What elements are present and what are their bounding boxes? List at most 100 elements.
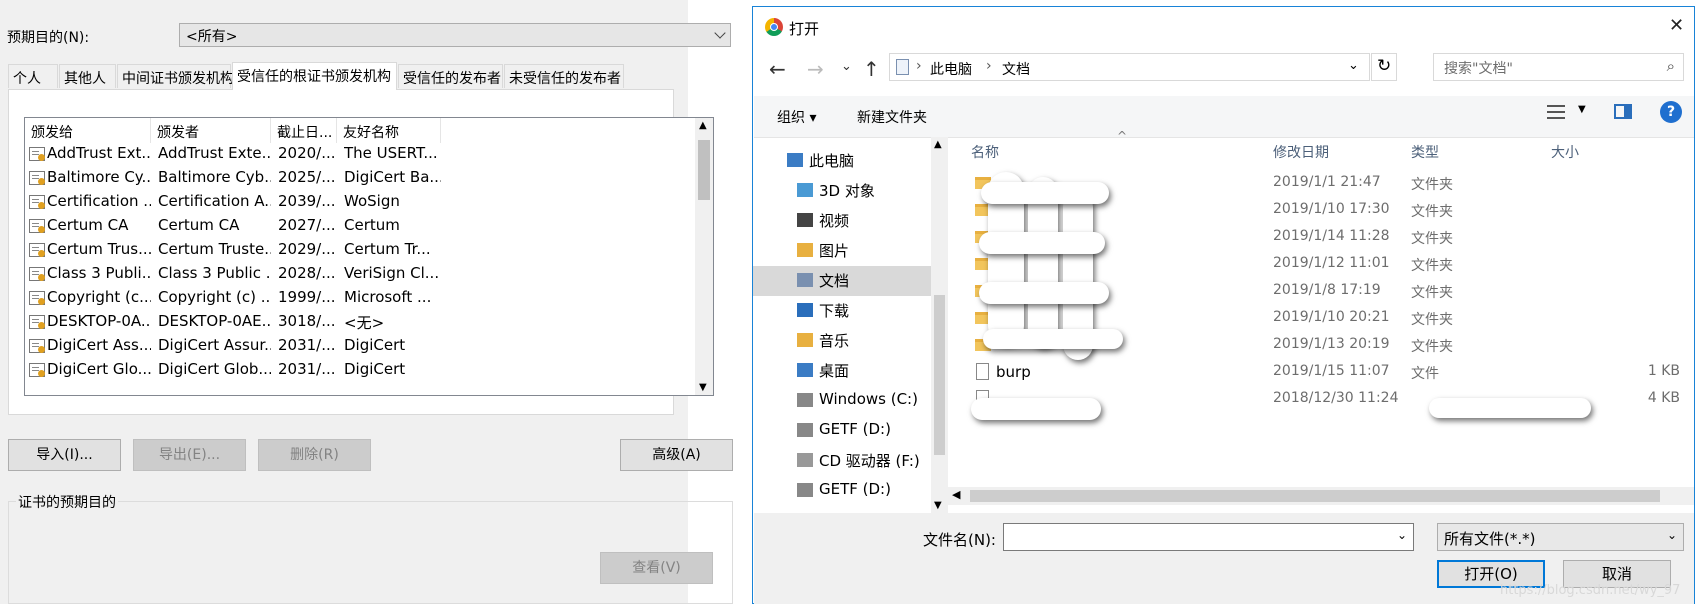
filename-input[interactable]: ⌄ — [1003, 523, 1414, 551]
nav-item[interactable]: 3D 对象 — [753, 176, 931, 206]
certificate-row[interactable]: Certum Trus... Certum Truste... 2029/... Ce… — [25, 239, 685, 263]
file-column-header-1[interactable]: 修改日期 — [1273, 137, 1329, 165]
purpose-select[interactable]: <所有> — [179, 23, 731, 47]
certificate-cell: Copyright (c) ... — [158, 288, 271, 306]
nav-item[interactable]: GETF (D:) — [753, 476, 931, 506]
tab-5[interactable]: 未受信任的发布者 — [504, 64, 624, 88]
scroll-thumb[interactable] — [698, 140, 710, 200]
tab-1[interactable]: 其他人 — [59, 64, 116, 88]
chevron-down-icon — [714, 27, 726, 39]
help-icon[interactable]: ? — [1660, 101, 1682, 123]
certificate-row[interactable]: AddTrust Ext... AddTrust Exte... 2020/... T… — [25, 143, 685, 167]
certificate-cell: Certum Truste... — [158, 240, 271, 258]
tab-0[interactable]: 个人 — [8, 64, 58, 88]
nav-item[interactable]: 文档 — [753, 266, 931, 296]
view-list-icon[interactable] — [1547, 105, 1565, 119]
up-arrow-icon[interactable]: ↑ — [863, 57, 880, 81]
file-row[interactable]: 2019/1/12 11:01 文件夹 — [948, 251, 1694, 278]
scroll-thumb[interactable] — [970, 490, 1660, 502]
nav-item[interactable]: 视频 — [753, 206, 931, 236]
organize-button[interactable]: 组织 ▾ — [777, 107, 816, 127]
certificate-cell: VeriSign Cl... — [344, 264, 440, 282]
redaction-scribble — [971, 398, 1101, 420]
nav-item[interactable]: 此电脑 — [753, 146, 931, 176]
tab-2[interactable]: 中间证书颁发机构 — [117, 64, 234, 88]
certificate-list[interactable]: 颁发给 颁发者 截止日... 友好名称 AddTrust Ext... AddTrust… — [24, 117, 714, 396]
nav-item[interactable]: 下载 — [753, 296, 931, 326]
search-icon: ⌕ — [1666, 57, 1675, 75]
navigation-scrollbar[interactable]: ▲ ▼ — [931, 137, 948, 513]
certificate-row[interactable]: DESKTOP-0A... DESKTOP-0AE... 3018/... <无> — [25, 311, 685, 335]
close-icon[interactable]: ✕ — [1669, 15, 1684, 36]
certificate-cell: DigiCert Assur... — [158, 336, 271, 354]
certificate-row[interactable]: Baltimore Cy... Baltimore Cyb... 2025/... D… — [25, 167, 685, 191]
scroll-left-icon[interactable]: ◀ — [952, 488, 960, 501]
file-row[interactable]: 2019/1/10 20:21 文件夹 — [948, 305, 1694, 332]
certificate-list-scrollbar[interactable]: ▲ ▼ — [695, 118, 713, 395]
certificate-cell: DESKTOP-0AE... — [158, 312, 271, 330]
file-column-header-0[interactable]: 名称 — [971, 137, 999, 165]
certificate-icon — [29, 219, 45, 233]
preview-pane-icon[interactable] — [1614, 104, 1632, 119]
import-button[interactable]: 导入(I)... — [8, 439, 121, 471]
certificate-row[interactable]: Copyright (c... Copyright (c) ... 1999/...… — [25, 287, 685, 311]
nav-item[interactable]: 音乐 — [753, 326, 931, 356]
tab-3[interactable]: 受信任的根证书颁发机构 — [232, 62, 397, 90]
file-row[interactable]: burp 2019/1/15 11:07 文件 1 KB — [948, 359, 1694, 386]
view-button[interactable]: 查看(V) — [600, 552, 713, 584]
address-bar[interactable]: › 此电脑 › 文档 ⌄ — [889, 53, 1370, 81]
filetype-select[interactable]: 所有文件(*.*) ⌄ — [1437, 523, 1684, 551]
certificate-cell: Certum Tr... — [344, 240, 431, 258]
view-dropdown-icon[interactable]: ▼ — [1578, 104, 1586, 115]
nav-item[interactable]: CD 驱动器 (F:) — [753, 446, 931, 476]
refresh-button[interactable]: ↻ — [1371, 53, 1397, 81]
new-folder-button[interactable]: 新建文件夹 — [857, 107, 927, 127]
scroll-down-icon[interactable]: ▼ — [934, 500, 942, 511]
scroll-up-icon[interactable]: ▲ — [699, 120, 707, 131]
document-icon — [797, 273, 813, 287]
certificate-row[interactable]: Class 3 Publi... Class 3 Public ... 2028/.… — [25, 263, 685, 287]
open-file-dialog: 打开 ✕ ← → ⌄ ↑ › 此电脑 › 文档 ⌄ ↻ 搜索"文档" ⌕ 组织 … — [752, 6, 1695, 604]
nav-item[interactable]: GETF (D:) — [753, 416, 931, 446]
nav-item-label: CD 驱动器 (F:) — [819, 452, 920, 470]
nav-item[interactable]: 图片 — [753, 236, 931, 266]
column-header-1[interactable]: 颁发者 — [151, 118, 271, 143]
certificate-cell: WoSign — [344, 192, 400, 210]
search-input[interactable]: 搜索"文档" ⌕ — [1433, 53, 1684, 81]
certificate-cell: Certum Trus... — [47, 240, 151, 258]
certificate-row[interactable]: Certum CA Certum CA 2027/... Certum — [25, 215, 685, 239]
picture-icon — [797, 243, 813, 257]
purpose-label: 预期目的(N): — [7, 30, 90, 46]
scroll-thumb[interactable] — [934, 295, 945, 455]
certificate-row[interactable]: Certification ... Certification A... 2039/… — [25, 191, 685, 215]
breadcrumb-this-pc[interactable]: 此电脑 — [930, 59, 972, 79]
certificate-row[interactable]: DigiCert Ass... DigiCert Assur... 2031/...… — [25, 335, 685, 359]
breadcrumb-documents[interactable]: 文档 — [1002, 59, 1030, 79]
certificate-cell: 2027/... — [278, 216, 336, 234]
chevron-down-icon[interactable]: ⌄ — [1397, 528, 1407, 542]
file-column-header-3[interactable]: 大小 — [1551, 137, 1579, 165]
music-icon — [797, 333, 813, 347]
advanced-button[interactable]: 高级(A) — [620, 439, 733, 471]
nav-item[interactable]: 桌面 — [753, 356, 931, 386]
scroll-down-icon[interactable]: ▼ — [699, 382, 707, 393]
certificate-cell: AddTrust Exte... — [158, 144, 271, 162]
column-header-0[interactable]: 颁发给 — [25, 118, 151, 143]
scroll-up-icon[interactable]: ▲ — [934, 139, 942, 150]
certificate-row[interactable]: DigiCert Glo... DigiCert Glob... 2031/... D… — [25, 359, 685, 383]
file-column-header-2[interactable]: 类型 — [1411, 137, 1439, 165]
purpose-select-value: <所有> — [186, 29, 238, 45]
back-arrow-icon[interactable]: ← — [769, 57, 786, 81]
nav-item[interactable]: Windows (C:) — [753, 386, 931, 416]
column-header-2[interactable]: 截止日... — [271, 118, 337, 143]
remove-button[interactable]: 删除(R) — [258, 439, 371, 471]
export-button[interactable]: 导出(E)... — [133, 439, 246, 471]
certificate-cell: DigiCert Glob... — [158, 360, 271, 378]
address-dropdown-icon[interactable]: ⌄ — [1348, 58, 1359, 73]
file-list-hscrollbar[interactable]: ◀ — [948, 487, 1694, 505]
file-type: 文件夹 — [1411, 204, 1453, 220]
tab-4[interactable]: 受信任的发布者 — [398, 64, 503, 88]
recent-locations-icon[interactable]: ⌄ — [841, 59, 852, 74]
forward-arrow-icon[interactable]: → — [807, 57, 824, 81]
column-header-3[interactable]: 友好名称 — [337, 118, 441, 143]
